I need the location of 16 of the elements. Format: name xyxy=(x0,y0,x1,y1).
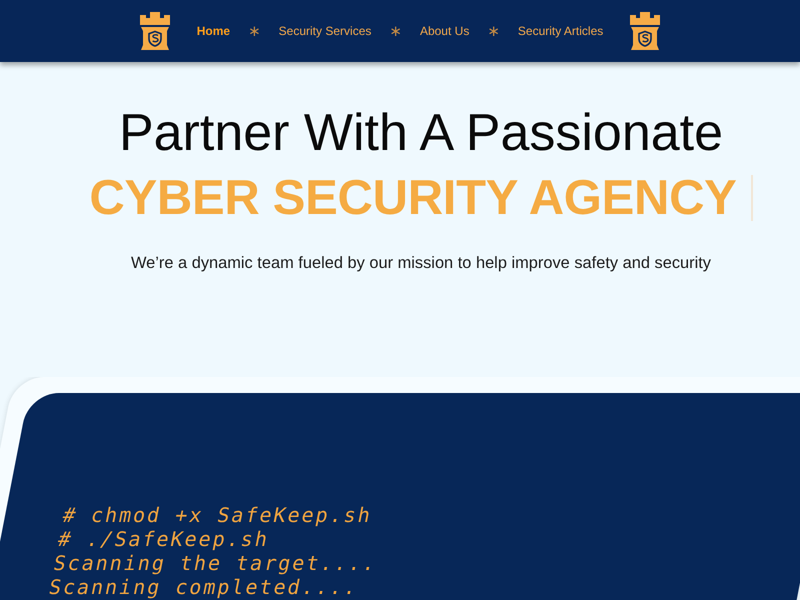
nav-link[interactable]: About Us xyxy=(420,24,470,38)
castle-tower-icon xyxy=(138,11,172,51)
nav-link[interactable]: Home xyxy=(196,24,230,38)
castle-tower-icon xyxy=(628,11,662,51)
nav-link[interactable]: Security Services xyxy=(278,24,372,38)
hero-highlight: CYBER SECURITY AGENCY xyxy=(89,170,737,227)
terminal-line: # chmod +x SafeKeep.sh xyxy=(60,503,374,527)
terminal-line: # ./SafeKeep.sh xyxy=(56,527,272,551)
nav-separator: ∗ xyxy=(487,24,500,38)
terminal-line: Scanning the target.... xyxy=(52,551,380,575)
hero-title: Partner With A Passionate xyxy=(118,104,724,162)
nav-separator: ∗ xyxy=(389,24,402,38)
nav-link[interactable]: Security Articles xyxy=(518,24,604,38)
nav-separator: ∗ xyxy=(248,24,261,38)
terminal-line: Scanning completed.... xyxy=(46,575,360,599)
hero-subtitle: We’re a dynamic team fueled by our mission to help improve safety and security xyxy=(130,253,711,273)
